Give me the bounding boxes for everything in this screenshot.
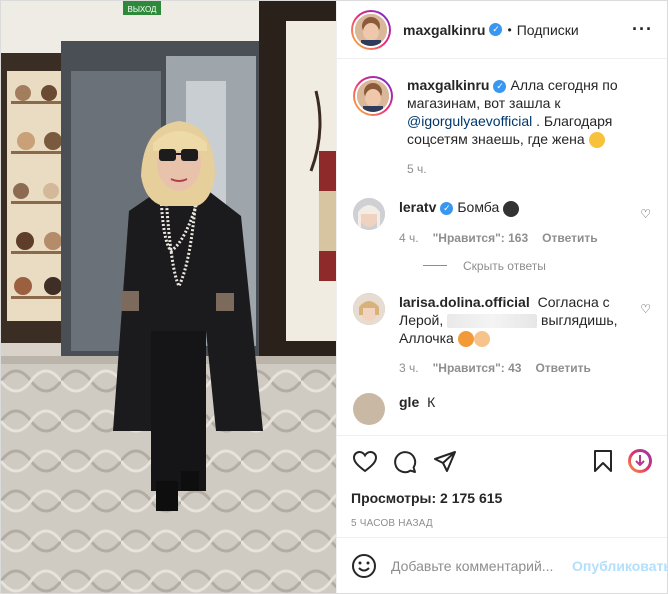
comment-body: К [427, 393, 436, 410]
comment-item: larisa.dolina.official Согласна с Лерой,… [353, 292, 653, 375]
comment-item: gle К [353, 392, 653, 425]
cat-emoji-icon [457, 330, 474, 347]
verified-icon: ✓ [489, 23, 503, 36]
verified-icon: ✓ [493, 79, 507, 93]
publish-button[interactable]: Опубликовать [572, 558, 668, 574]
views-count: Просмотры: 2 175 615 [351, 490, 503, 506]
share-send-icon[interactable] [431, 448, 459, 476]
comment-likes[interactable]: "Нравится": 163 [433, 231, 529, 245]
comment-likes[interactable]: "Нравится": 43 [433, 361, 522, 375]
caption: maxgalkinru ✓ Алла сегодня по магазинам, в… [353, 76, 653, 176]
commenter-avatar[interactable] [353, 392, 385, 425]
blurred-text [447, 313, 538, 328]
post-timestamp: 5 ЧАСОВ НАЗАД [351, 518, 433, 529]
commenter-avatar-image [353, 292, 385, 325]
add-comment-input[interactable] [391, 557, 572, 574]
bomb-emoji-icon [503, 200, 520, 217]
muscle-emoji-icon [473, 330, 490, 347]
comment-time: 4 ч. [399, 230, 419, 245]
comments-list[interactable]: maxgalkinru ✓ Алла сегодня по магазинам, в… [337, 60, 667, 434]
instagram-post: ВЫХОД maxgalkinru ✓ • Подписки ··· maxga… [0, 0, 668, 594]
commenter-username[interactable]: larisa.dolina.official [399, 294, 530, 310]
caption-time: 5 ч. [407, 162, 427, 177]
comment-meta: 3 ч. "Нравится": 43 Ответить [399, 361, 631, 375]
author-avatar[interactable] [351, 9, 391, 50]
caption-meta: 5 ч. [407, 162, 653, 176]
separator-dot: • [507, 22, 512, 37]
comment-icon[interactable] [391, 448, 419, 476]
hide-replies-label: Скрыть ответы [463, 258, 546, 273]
like-heart-icon[interactable] [351, 448, 379, 476]
grinning-emoji-icon [588, 132, 605, 149]
comment-like-heart-icon[interactable]: ♡ [640, 207, 651, 221]
commenter-username[interactable]: gle [399, 394, 419, 410]
caption-avatar[interactable] [353, 76, 393, 116]
author-avatar-image [355, 13, 387, 46]
hide-replies-button[interactable]: Скрыть ответы [423, 259, 653, 273]
follow-status-button[interactable]: Подписки [517, 22, 579, 38]
commenter-username[interactable]: leratv [399, 199, 436, 215]
post-header: maxgalkinru ✓ • Подписки ··· [337, 1, 667, 59]
emoji-smile-icon[interactable] [351, 553, 377, 579]
commenter-avatar-image [353, 198, 385, 231]
comment-meta: 4 ч. "Нравится": 163 Ответить [399, 231, 631, 245]
comment-text: leratv ✓ Бомба [399, 198, 631, 217]
post-media[interactable]: ВЫХОД [1, 1, 336, 593]
comment-body: Бомба [457, 199, 500, 216]
exit-sign-text: ВЫХОД [128, 5, 158, 14]
commenter-avatar[interactable] [353, 292, 385, 325]
caption-text: maxgalkinru ✓ Алла сегодня по магазинам, в… [407, 76, 653, 149]
comment-time: 3 ч. [399, 360, 419, 375]
post-photo: ВЫХОД [1, 1, 336, 593]
commenter-avatar[interactable] [353, 198, 385, 231]
comment-item: leratv ✓ Бомба 4 ч. "Нравится": 163 Ответи… [353, 198, 653, 245]
post-side-panel: maxgalkinru ✓ • Подписки ··· maxgalkinru… [336, 1, 668, 593]
caption-mention-link[interactable]: @igorgulyaevofficial [407, 113, 532, 129]
download-icon[interactable] [627, 448, 653, 477]
verified-icon: ✓ [440, 202, 454, 216]
reply-button[interactable]: Ответить [542, 231, 597, 245]
caption-avatar-image [357, 80, 389, 112]
comment-text: gle К [399, 393, 631, 411]
more-options-icon[interactable]: ··· [632, 19, 653, 40]
comment-text: larisa.dolina.official Согласна с Лерой,… [399, 293, 631, 347]
add-comment-bar: Опубликовать [337, 537, 668, 593]
caption-username[interactable]: maxgalkinru [407, 77, 489, 93]
author-username[interactable]: maxgalkinru [403, 22, 485, 38]
save-bookmark-icon[interactable] [593, 449, 613, 476]
post-actions: Просмотры: 2 175 615 5 ЧАСОВ НАЗАД [337, 435, 667, 529]
replies-line [423, 265, 447, 267]
reply-button[interactable]: Ответить [535, 361, 590, 375]
comment-like-heart-icon[interactable]: ♡ [640, 302, 651, 316]
